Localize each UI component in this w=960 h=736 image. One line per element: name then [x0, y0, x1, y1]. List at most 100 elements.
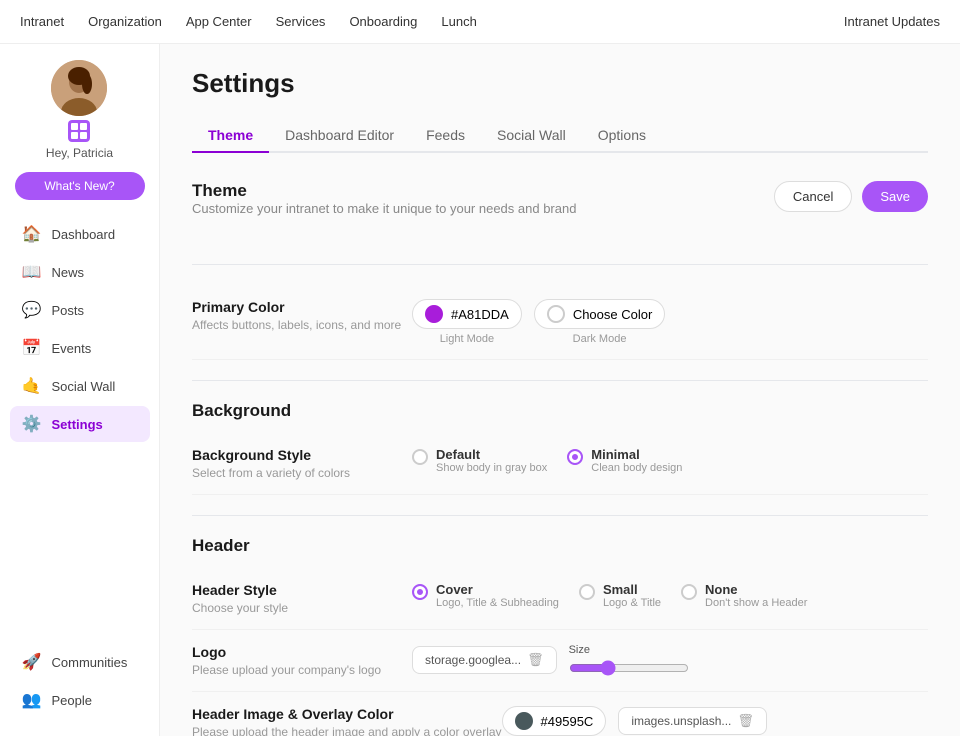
page-title: Settings: [192, 68, 928, 99]
dark-mode-color-button[interactable]: Choose Color: [534, 299, 666, 329]
primary-color-row: Primary Color Affects buttons, labels, i…: [192, 285, 928, 360]
sidebar-label-dashboard: Dashboard: [52, 227, 116, 242]
logo-trash-icon[interactable]: 🗑: [527, 652, 544, 668]
header-image-trash-icon[interactable]: 🗑: [737, 713, 754, 729]
background-style-title: Background Style: [192, 447, 412, 463]
dashboard-icon: 🏠: [22, 224, 42, 244]
size-slider[interactable]: [569, 660, 689, 676]
header-style-label-group: Header Style Choose your style: [192, 582, 412, 615]
sidebar-item-events[interactable]: 📅 Events: [10, 330, 150, 366]
tab-options[interactable]: Options: [582, 119, 662, 153]
cancel-button[interactable]: Cancel: [774, 181, 852, 212]
header-none-option[interactable]: None Don't show a Header: [681, 582, 807, 609]
events-icon: 📅: [22, 338, 42, 358]
user-profile-section: Hey, Patricia: [46, 60, 113, 160]
light-mode-color-value: #A81DDA: [451, 307, 509, 322]
header-image-desc: Please upload the header image and apply…: [192, 725, 502, 736]
sidebar-label-social-wall: Social Wall: [52, 379, 116, 394]
dark-mode-label: Dark Mode: [573, 333, 627, 345]
header-none-sublabel: Don't show a Header: [705, 597, 807, 609]
settings-tabs: Theme Dashboard Editor Feeds Social Wall…: [192, 119, 928, 153]
logo-filename: storage.googlea...: [425, 653, 521, 667]
background-minimal-option[interactable]: Minimal Clean body design: [567, 447, 682, 474]
header-small-option[interactable]: Small Logo & Title: [579, 582, 661, 609]
light-mode-color-dot: [425, 305, 443, 323]
background-default-label: Default: [436, 447, 547, 462]
logo-title: Logo: [192, 644, 412, 660]
header-image-file-button[interactable]: images.unsplash... 🗑: [618, 707, 767, 735]
sidebar-item-posts[interactable]: 💬 Posts: [10, 292, 150, 328]
user-greeting: Hey, Patricia: [46, 146, 113, 160]
nav-intranet-updates[interactable]: Intranet Updates: [844, 14, 940, 29]
header-cover-option[interactable]: Cover Logo, Title & Subheading: [412, 582, 559, 609]
save-button[interactable]: Save: [862, 181, 928, 212]
avatar: [51, 60, 107, 116]
light-mode-color-col: #A81DDA Light Mode: [412, 299, 522, 345]
light-mode-color-button[interactable]: #A81DDA: [412, 299, 522, 329]
tab-social-wall[interactable]: Social Wall: [481, 119, 582, 153]
divider-1: [192, 264, 928, 265]
header-none-label: None: [705, 582, 807, 597]
communities-icon: 🚀: [22, 652, 42, 672]
sidebar-item-communities[interactable]: 🚀 Communities: [10, 644, 150, 680]
logo-file-button[interactable]: storage.googlea... 🗑: [412, 646, 557, 674]
divider-3: [192, 515, 928, 516]
section-header: Theme Customize your intranet to make it…: [192, 181, 928, 232]
nav-onboarding[interactable]: Onboarding: [349, 14, 417, 29]
header-style-title: Header Style: [192, 582, 412, 598]
tab-feeds[interactable]: Feeds: [410, 119, 481, 153]
dark-mode-color-col: Choose Color Dark Mode: [534, 299, 666, 345]
header-image-title: Header Image & Overlay Color: [192, 706, 502, 722]
overlay-color-button[interactable]: #49595C: [502, 706, 607, 736]
sidebar-label-events: Events: [52, 341, 92, 356]
header-small-text: Small Logo & Title: [603, 582, 661, 609]
size-label: Size: [569, 644, 689, 656]
sidebar-item-people[interactable]: 👥 People: [10, 682, 150, 718]
header-cover-label: Cover: [436, 582, 559, 597]
grid-icon: [68, 120, 90, 142]
primary-color-label-group: Primary Color Affects buttons, labels, i…: [192, 299, 412, 332]
nav-intranet[interactable]: Intranet: [20, 14, 64, 29]
background-default-radio[interactable]: [412, 449, 428, 465]
header-image-overlay-row: Header Image & Overlay Color Please uplo…: [192, 692, 928, 736]
header-style-controls: Cover Logo, Title & Subheading Small Log…: [412, 582, 928, 609]
sidebar-item-settings[interactable]: ⚙️ Settings: [10, 406, 150, 442]
main-content: Settings Theme Dashboard Editor Feeds So…: [160, 44, 960, 736]
sidebar-label-communities: Communities: [52, 655, 128, 670]
nav-lunch[interactable]: Lunch: [441, 14, 476, 29]
sidebar-item-dashboard[interactable]: 🏠 Dashboard: [10, 216, 150, 252]
sidebar-label-people: People: [52, 693, 92, 708]
primary-color-controls: #A81DDA Light Mode Choose Color Dark Mod…: [412, 299, 928, 345]
theme-section: Theme Customize your intranet to make it…: [192, 181, 928, 232]
sidebar-item-news[interactable]: 📖 News: [10, 254, 150, 290]
section-title: Theme: [192, 181, 576, 201]
primary-color-desc: Affects buttons, labels, icons, and more: [192, 318, 412, 332]
background-minimal-radio[interactable]: [567, 449, 583, 465]
background-style-label-group: Background Style Select from a variety o…: [192, 447, 412, 480]
section-desc: Customize your intranet to make it uniqu…: [192, 201, 576, 216]
tab-dashboard-editor[interactable]: Dashboard Editor: [269, 119, 410, 153]
nav-organization[interactable]: Organization: [88, 14, 162, 29]
header-none-radio[interactable]: [681, 584, 697, 600]
background-style-row: Background Style Select from a variety o…: [192, 433, 928, 495]
background-default-option[interactable]: Default Show body in gray box: [412, 447, 547, 474]
header-small-label: Small: [603, 582, 661, 597]
header-cover-sublabel: Logo, Title & Subheading: [436, 597, 559, 609]
background-default-text: Default Show body in gray box: [436, 447, 547, 474]
header-section-title: Header: [192, 536, 928, 556]
nav-app-center[interactable]: App Center: [186, 14, 252, 29]
sidebar-item-social-wall[interactable]: 🤙 Social Wall: [10, 368, 150, 404]
whats-new-button[interactable]: What's New?: [15, 172, 145, 200]
background-minimal-label: Minimal: [591, 447, 682, 462]
news-icon: 📖: [22, 262, 42, 282]
background-style-desc: Select from a variety of colors: [192, 466, 412, 480]
top-navigation: Intranet Organization App Center Service…: [0, 0, 960, 44]
people-icon: 👥: [22, 690, 42, 710]
nav-services[interactable]: Services: [276, 14, 326, 29]
header-none-text: None Don't show a Header: [705, 582, 807, 609]
tab-theme[interactable]: Theme: [192, 119, 269, 153]
header-image-label-group: Header Image & Overlay Color Please uplo…: [192, 706, 502, 736]
background-default-sublabel: Show body in gray box: [436, 462, 547, 474]
header-cover-radio[interactable]: [412, 584, 428, 600]
header-small-radio[interactable]: [579, 584, 595, 600]
